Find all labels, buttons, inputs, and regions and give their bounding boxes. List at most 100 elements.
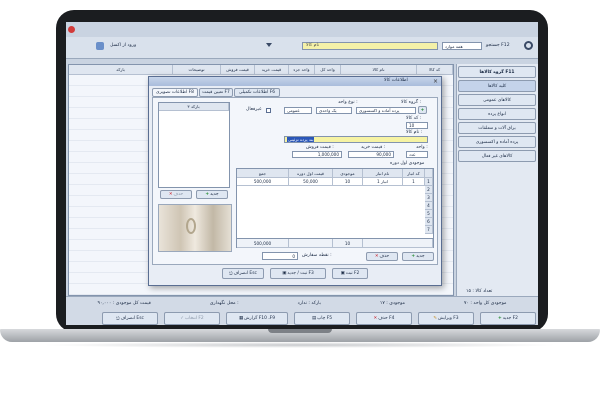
sell-price-label: قیمت فروش :: [306, 145, 334, 150]
inactive-checkbox[interactable]: [266, 108, 271, 113]
column-header[interactable]: کد انبار: [403, 169, 425, 178]
edit-button[interactable]: ✎ ویرایش F3: [418, 312, 474, 325]
barcode-table: [158, 102, 230, 188]
inventory-totals-row: 10 500,000: [237, 238, 433, 248]
plus-icon: +: [498, 316, 502, 321]
empty-total-cell: [363, 239, 433, 248]
dialog-close-icon[interactable]: ×: [432, 78, 439, 85]
status-total-units: موجودی کل واحد : ۷۰: [464, 300, 507, 306]
inventory-title: موجودی اول دوره: [390, 161, 425, 166]
row-number: 7: [425, 226, 433, 234]
code-field[interactable]: 10: [406, 122, 428, 129]
cancel-icon: ⎋: [116, 316, 120, 322]
screen: جستجو F12 همه موارد نام کالا ورود از اکس…: [66, 22, 538, 325]
unit-label: واحد :: [416, 145, 428, 150]
print-button[interactable]: ▤ چاپ F5: [294, 312, 350, 325]
row-number: 5: [425, 210, 433, 218]
delete-icon: ✕: [374, 254, 379, 259]
status-stock: موجودی : ۱۷: [379, 300, 405, 306]
buy-price-field[interactable]: 90,000: [348, 151, 394, 158]
status-bar: موجودی کل واحد : ۷۰ موجودی : ۱۷ بارکد : …: [68, 298, 536, 310]
group-add-button[interactable]: +: [418, 106, 427, 114]
select-button[interactable]: ✓ انتخاب F2: [164, 312, 220, 325]
row-number: 2: [425, 186, 433, 194]
row-number-header: [425, 169, 433, 178]
sidebar-item-ready-curtains[interactable]: پرده آماده و اکسسوری: [458, 136, 536, 148]
price-cell[interactable]: 50,000: [289, 178, 333, 186]
column-header[interactable]: موجودی: [333, 169, 363, 178]
column-header[interactable]: نام انبار: [363, 169, 403, 178]
dialog-save-button[interactable]: ▣ ثبت F2: [332, 268, 368, 279]
status-total-value: قیمت کل موجودی : ۹۰,۰۰۰: [97, 300, 151, 306]
total-cell[interactable]: 500,000: [237, 178, 289, 186]
inventory-add-button[interactable]: + جدید: [402, 252, 434, 261]
delete-button[interactable]: ✕ حذف F4: [356, 312, 412, 325]
close-icon[interactable]: [68, 26, 75, 33]
search-icon[interactable]: [524, 41, 533, 50]
tab-complementary[interactable]: اطلاعات تصویری F8: [152, 88, 198, 97]
barcode-add-button[interactable]: + جدید: [196, 190, 228, 199]
tab-pricing[interactable]: تعیین قیمت F7: [199, 88, 233, 97]
name-field[interactable]: بند پرده تزئینی: [284, 136, 428, 143]
unit-field[interactable]: عدد: [406, 151, 428, 158]
search-scope-select[interactable]: همه موارد: [442, 42, 482, 50]
laptop-shadow: [40, 342, 560, 348]
dialog-cancel-button[interactable]: ⎋ انصراف Esc: [222, 268, 264, 279]
excel-import-label[interactable]: ورود از اکسل: [110, 43, 136, 49]
tab-images[interactable]: اطلاعات تکمیلی F6: [234, 88, 280, 97]
code-label: کد کالا :: [406, 116, 422, 121]
edit-icon: ✎: [433, 316, 438, 321]
search-label: جستجو F12: [486, 43, 510, 48]
column-header[interactable]: قیمت خرید: [255, 65, 289, 75]
warehouse-code-cell[interactable]: 1: [403, 178, 425, 186]
total-sum: 500,000: [237, 239, 289, 248]
warehouse-name-cell[interactable]: انبار 1: [363, 178, 403, 186]
column-header[interactable]: کد کالا: [417, 65, 453, 75]
unit-type-select[interactable]: یک واحدی: [316, 107, 352, 114]
chevron-down-icon[interactable]: [266, 43, 272, 49]
search-input[interactable]: [302, 42, 438, 50]
group-select[interactable]: پرده آماده و اکسسوری: [356, 107, 416, 114]
dialog-save-new-button[interactable]: ▣ ثبت / جدید F3: [270, 268, 326, 279]
sidebar-item-inactive[interactable]: کالاهای غیر فعال: [458, 150, 536, 162]
column-header[interactable]: بارکد: [69, 65, 173, 75]
column-header[interactable]: قیمت فروش: [221, 65, 255, 75]
reorder-field[interactable]: 0: [262, 252, 298, 260]
cancel-icon: ⎋: [229, 271, 233, 277]
search-filter-label: نام کالا: [306, 43, 320, 48]
sidebar-item-general[interactable]: کالاهای عمومی: [458, 94, 536, 106]
table-row[interactable]: 1 1 انبار 1 10 50,000 500,000: [237, 178, 433, 186]
inventory-delete-button[interactable]: ✕ حذف: [366, 252, 398, 261]
cancel-button[interactable]: ⎋ انصراف Esc: [102, 312, 158, 325]
column-header[interactable]: جمع: [237, 169, 289, 178]
excel-icon[interactable]: [96, 42, 104, 50]
reorder-label: نقطه سفارش :: [302, 253, 332, 258]
column-header[interactable]: توضیحات: [173, 65, 221, 75]
quantity-cell[interactable]: 10: [333, 178, 363, 186]
sidebar-header: گروه کالاها F11: [458, 66, 536, 78]
row-number: 6: [425, 218, 433, 226]
sidebar-item-accessories[interactable]: یراق آلات و متعلقات: [458, 122, 536, 134]
category-select[interactable]: عمومی: [284, 107, 312, 114]
bottom-toolbar: + جدید F2 ✎ ویرایش F3 ✕ حذف F4 ▤ چاپ F5 ▦ گزا…: [86, 312, 536, 325]
row-number-column: 2 3 4 5 6 7: [425, 186, 433, 238]
column-header[interactable]: واحد جزء: [289, 65, 315, 75]
sidebar-item-curtains[interactable]: انواع پرده: [458, 108, 536, 120]
curtain-tieback-picture: [186, 218, 196, 234]
report-icon: ▦: [238, 316, 244, 321]
barcode-delete-button[interactable]: ✕ حذف: [160, 190, 192, 199]
column-header[interactable]: نام کالا: [341, 65, 417, 75]
row-number: 4: [425, 202, 433, 210]
sell-price-field[interactable]: 1,000,000: [292, 151, 342, 158]
inactive-label: غیرفعال: [246, 107, 262, 112]
column-header[interactable]: واحد کل: [315, 65, 341, 75]
dialog-title: اطلاعات کالا: [384, 78, 408, 83]
laptop-notch: [268, 329, 332, 333]
report-button[interactable]: ▦ گزارش F10 ،F9: [226, 312, 288, 325]
new-button[interactable]: + جدید F2: [480, 312, 536, 325]
plus-icon: +: [205, 192, 210, 197]
status-barcode: بارکد : ندارد: [297, 300, 321, 306]
sidebar-item-all[interactable]: کلیه کالاها: [458, 80, 536, 92]
column-header[interactable]: قیمت اول دوره: [289, 169, 333, 178]
barcode-table-header: بارکد ۳: [159, 103, 229, 111]
